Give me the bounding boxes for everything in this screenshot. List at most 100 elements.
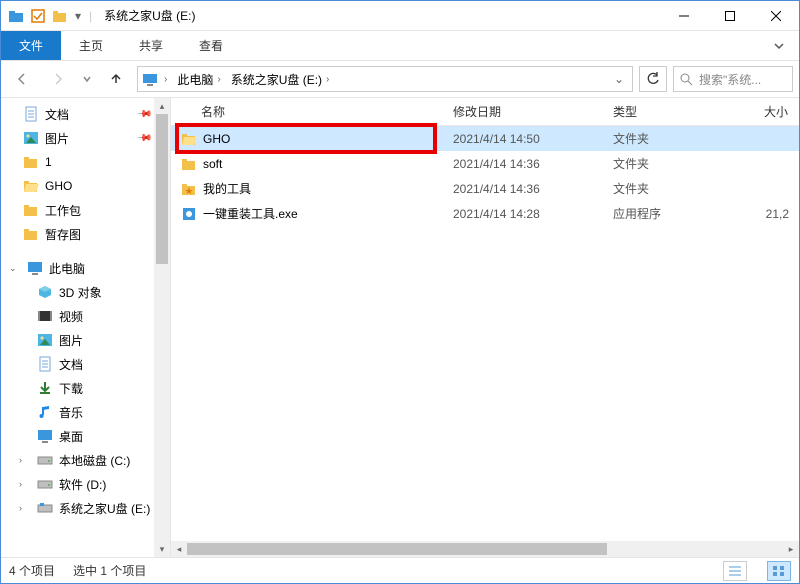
close-button[interactable] xyxy=(753,1,799,31)
col-type[interactable]: 类型 xyxy=(603,103,723,120)
nav-label: 下载 xyxy=(59,380,83,397)
maximize-button[interactable] xyxy=(707,1,753,31)
nav-item[interactable]: › 本地磁盘 (C:) xyxy=(1,448,170,472)
back-button[interactable] xyxy=(7,65,37,93)
pic-icon xyxy=(37,332,53,348)
address-field[interactable]: › 此电脑› 系统之家U盘 (E:)› ⌄ xyxy=(137,66,633,92)
drive-icon xyxy=(37,476,53,492)
nav-item[interactable]: 下载 xyxy=(1,376,170,400)
properties-icon[interactable] xyxy=(29,7,47,25)
scroll-left-icon[interactable]: ◂ xyxy=(171,541,187,557)
status-bar: 4 个项目 选中 1 个项目 xyxy=(1,557,799,583)
crumb-drive[interactable]: 系统之家U盘 (E:)› xyxy=(227,71,334,88)
nav-item[interactable]: GHO xyxy=(1,174,170,198)
nav-item[interactable]: 3D 对象 xyxy=(1,280,170,304)
3d-icon xyxy=(37,284,53,300)
nav-item[interactable]: ›软件 (D:) xyxy=(1,472,170,496)
nav-item[interactable]: 工作包 xyxy=(1,198,170,222)
recent-dropdown[interactable] xyxy=(79,65,95,93)
tab-share[interactable]: 共享 xyxy=(121,31,181,60)
scroll-up-icon[interactable]: ▴ xyxy=(154,98,170,114)
nav-item[interactable]: 图片 xyxy=(1,328,170,352)
scroll-down-icon[interactable]: ▾ xyxy=(154,541,170,557)
minimize-button[interactable] xyxy=(661,1,707,31)
expand-icon[interactable]: › xyxy=(19,455,31,465)
music-icon xyxy=(37,404,53,420)
hscroll-thumb[interactable] xyxy=(187,543,607,555)
nav-item[interactable]: 1 xyxy=(1,150,170,174)
horizontal-scrollbar[interactable]: ◂ ▸ xyxy=(171,541,799,557)
col-date[interactable]: 修改日期 xyxy=(443,103,603,120)
nav-scrollbar[interactable]: ▴ ▾ xyxy=(154,98,170,557)
address-dropdown-icon[interactable]: ⌄ xyxy=(610,72,628,86)
ribbon: 文件 主页 共享 查看 xyxy=(1,31,799,61)
nav-item[interactable]: 文档📌 xyxy=(1,102,170,126)
col-size[interactable]: 大小 xyxy=(723,103,799,120)
file-date: 2021/4/14 14:28 xyxy=(443,207,603,221)
tab-file[interactable]: 文件 xyxy=(1,31,61,60)
refresh-button[interactable] xyxy=(639,66,667,92)
pic-icon xyxy=(23,130,39,146)
chevron-right-icon[interactable]: › xyxy=(164,74,167,85)
folder-open-icon xyxy=(23,178,39,194)
pc-icon xyxy=(27,260,43,276)
file-size: 21,2 xyxy=(723,207,799,221)
nav-group-this-pc[interactable]: ⌄ 此电脑 xyxy=(1,256,170,280)
nav-label: 1 xyxy=(45,155,52,169)
folder-fav-icon xyxy=(181,181,197,197)
nav-label: GHO xyxy=(45,179,72,193)
nav-item[interactable]: 文档 xyxy=(1,352,170,376)
forward-button[interactable] xyxy=(43,65,73,93)
pin-icon: 📌 xyxy=(135,130,152,147)
desktop-icon xyxy=(37,428,53,444)
view-details-button[interactable] xyxy=(723,561,747,581)
file-type: 应用程序 xyxy=(603,205,723,222)
expand-icon[interactable]: › xyxy=(19,479,31,489)
nav-item[interactable]: 视频 xyxy=(1,304,170,328)
exe-icon xyxy=(181,206,197,222)
file-date: 2021/4/14 14:36 xyxy=(443,157,603,171)
video-icon xyxy=(37,308,53,324)
ribbon-expand-icon[interactable] xyxy=(759,31,799,60)
tab-home[interactable]: 主页 xyxy=(61,31,121,60)
search-input[interactable]: 搜索"系统... xyxy=(673,66,793,92)
nav-label: 系统之家U盘 (E:) xyxy=(59,500,150,517)
nav-item[interactable]: › 系统之家U盘 (E:) xyxy=(1,496,170,520)
table-row[interactable]: 我的工具2021/4/14 14:36文件夹 xyxy=(171,176,799,201)
expand-icon[interactable]: › xyxy=(19,503,31,513)
nav-item[interactable]: 桌面 xyxy=(1,424,170,448)
nav-label: 文档 xyxy=(59,356,83,373)
download-icon xyxy=(37,380,53,396)
nav-label: 本地磁盘 (C:) xyxy=(59,452,130,469)
doc-icon xyxy=(23,106,39,122)
explorer-icon xyxy=(7,7,25,25)
file-list: 名称 修改日期 类型 大小 GHO2021/4/14 14:50文件夹soft2… xyxy=(171,98,799,557)
table-row[interactable]: 一键重装工具.exe2021/4/14 14:28应用程序21,2 xyxy=(171,201,799,226)
nav-item[interactable]: 暂存图 xyxy=(1,222,170,246)
scroll-right-icon[interactable]: ▸ xyxy=(783,541,799,557)
titlebar: ▾ | 系统之家U盘 (E:) xyxy=(1,1,799,31)
table-row[interactable]: GHO2021/4/14 14:50文件夹 xyxy=(171,126,799,151)
nav-item[interactable]: 图片📌 xyxy=(1,126,170,150)
file-name: 我的工具 xyxy=(203,180,251,197)
collapse-icon[interactable]: ⌄ xyxy=(9,263,21,274)
scroll-thumb[interactable] xyxy=(156,114,168,264)
pin-icon: 📌 xyxy=(135,106,152,123)
qat-folder-icon[interactable] xyxy=(51,7,69,25)
nav-item[interactable]: 音乐 xyxy=(1,400,170,424)
doc-icon xyxy=(37,356,53,372)
selected-count: 选中 1 个项目 xyxy=(73,562,146,579)
tab-view[interactable]: 查看 xyxy=(181,31,241,60)
table-row[interactable]: soft2021/4/14 14:36文件夹 xyxy=(171,151,799,176)
view-icons-button[interactable] xyxy=(767,561,791,581)
qat-dropdown-icon[interactable]: ▾ xyxy=(73,7,83,25)
file-name: GHO xyxy=(203,132,230,146)
up-button[interactable] xyxy=(101,65,131,93)
search-icon xyxy=(680,73,693,86)
folder-open-icon xyxy=(181,131,197,147)
nav-label: 此电脑 xyxy=(49,260,85,277)
nav-label: 3D 对象 xyxy=(59,284,102,301)
crumb-this-pc[interactable]: 此电脑› xyxy=(173,71,224,88)
search-placeholder: 搜索"系统... xyxy=(699,71,761,88)
col-name[interactable]: 名称 xyxy=(171,103,443,120)
